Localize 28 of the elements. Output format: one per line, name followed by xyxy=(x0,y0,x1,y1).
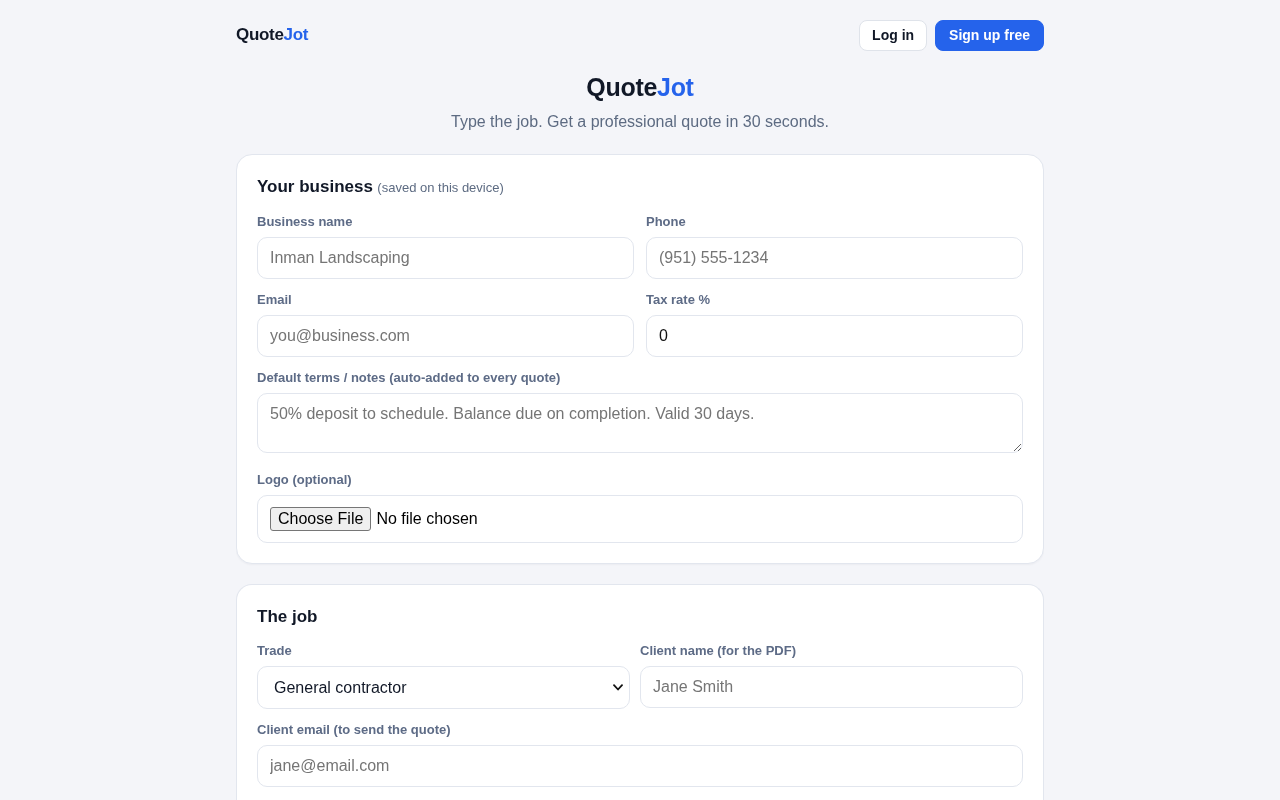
text-field[interactable]: Inman Landscaping xyxy=(257,237,634,279)
field-label: Default terms / notes (auto-added to every quote) xyxy=(257,369,562,387)
text-field[interactable]: (951) 555-1234 xyxy=(646,237,1023,279)
text-field[interactable]: jane@email.com xyxy=(257,745,1023,787)
textarea-field[interactable]: 50% deposit to schedule. Balance due on completion. Valid 30 days. xyxy=(257,393,1023,453)
field-label: Phone xyxy=(646,213,687,231)
text-field[interactable]: you@business.com xyxy=(257,315,634,357)
chevron-down-icon xyxy=(613,684,623,691)
field-label: Client name (for the PDF) xyxy=(640,642,797,660)
section-title: The job xyxy=(257,607,318,626)
field-label: Trade xyxy=(257,642,293,660)
field-label: Client email (to send the quote) xyxy=(257,721,452,739)
text-field[interactable]: Jane Smith xyxy=(640,666,1023,708)
field-label: Tax rate % xyxy=(646,291,712,309)
tagline-text: Type the job. Get a professional quote in 30 seconds. xyxy=(451,112,829,132)
choose-file-button[interactable]: Choose File xyxy=(270,507,372,531)
sign-up-button[interactable]: Sign up free xyxy=(935,20,1044,51)
trade-dropdown[interactable]: General contractor xyxy=(257,666,630,709)
log-in-button[interactable]: Log in xyxy=(859,20,928,51)
brand-logo: QuoteJot xyxy=(236,24,309,46)
section-note: (saved on this device) xyxy=(377,180,504,195)
file-status-text: No file chosen xyxy=(376,509,478,529)
field-label: Email xyxy=(257,291,293,309)
text-field[interactable]: 0 xyxy=(646,315,1023,357)
section-title: Your business xyxy=(257,177,373,196)
field-label: Business name xyxy=(257,213,354,231)
field-label: Logo (optional) xyxy=(257,471,353,489)
page-title: QuoteJot xyxy=(586,72,694,102)
